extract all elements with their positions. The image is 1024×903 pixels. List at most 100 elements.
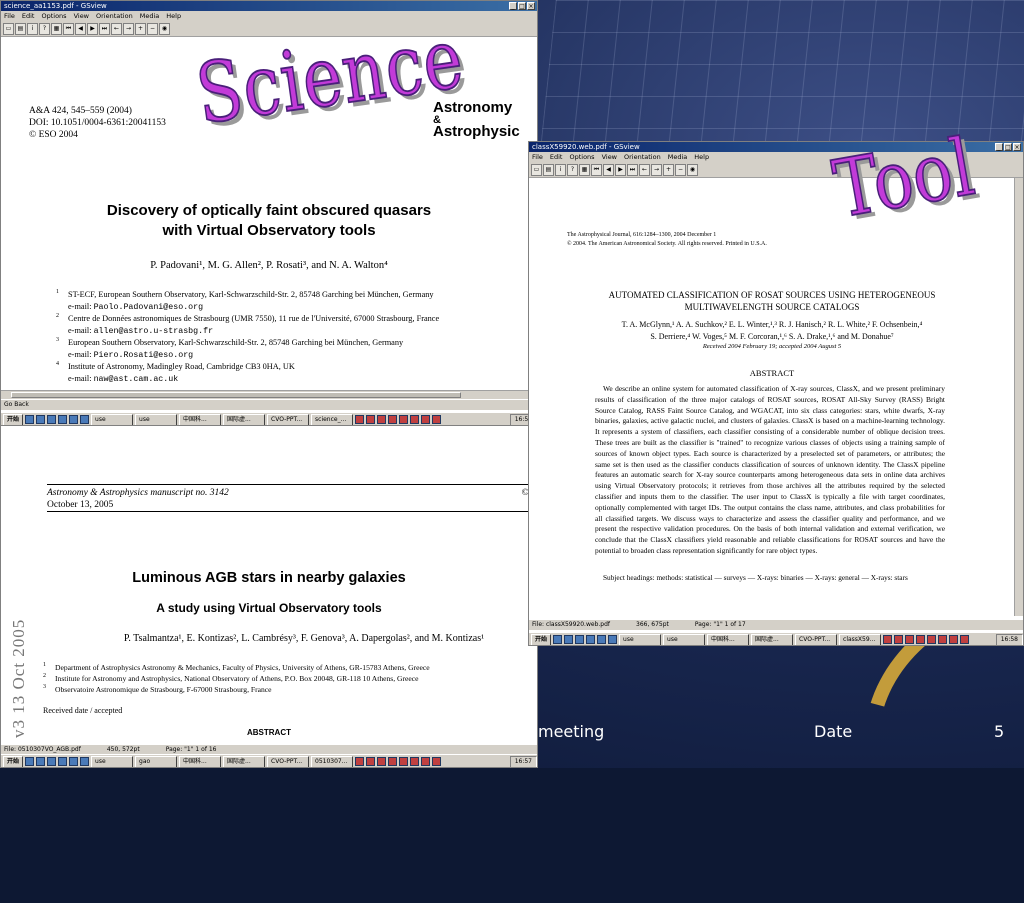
- taskbar-button[interactable]: use: [91, 755, 134, 767]
- taskbar-button[interactable]: 中国科...: [707, 633, 750, 645]
- quicklaunch-icon[interactable]: [553, 635, 563, 644]
- quicklaunch-icon[interactable]: [575, 635, 585, 644]
- prev-page-icon[interactable]: ◀: [603, 163, 614, 176]
- vertical-scrollbar[interactable]: [1014, 178, 1023, 616]
- taskbar-button[interactable]: 国际虚...: [223, 755, 266, 767]
- tray-icon[interactable]: [894, 635, 904, 644]
- taskbar-button[interactable]: 中国科...: [179, 413, 222, 425]
- quicklaunch-icon[interactable]: [58, 415, 68, 424]
- tray-icon[interactable]: [410, 415, 420, 424]
- quicklaunch-icon[interactable]: [36, 415, 46, 424]
- email-link[interactable]: Paolo.Padovani@eso.org: [94, 303, 204, 312]
- taskbar-button[interactable]: 国际虚...: [751, 633, 794, 645]
- taskbar-button[interactable]: gao: [135, 755, 178, 767]
- menu-edit[interactable]: Edit: [550, 152, 563, 162]
- menu-help[interactable]: Help: [694, 152, 709, 162]
- help-icon[interactable]: ?: [39, 22, 50, 35]
- tray-icon[interactable]: [949, 635, 959, 644]
- tray-icon[interactable]: [432, 757, 442, 766]
- back-icon[interactable]: ←: [639, 163, 650, 176]
- tray-icon[interactable]: [883, 635, 893, 644]
- taskbar-button[interactable]: use: [91, 413, 134, 425]
- start-button[interactable]: 开始: [531, 633, 552, 645]
- email-link[interactable]: naw@ast.cam.ac.uk: [94, 375, 179, 384]
- tray-icon[interactable]: [938, 635, 948, 644]
- tray-icon[interactable]: [366, 415, 376, 424]
- menu-media[interactable]: Media: [668, 152, 688, 162]
- menu-help[interactable]: Help: [166, 11, 181, 21]
- taskbar-button[interactable]: CVO-PPT...: [267, 413, 310, 425]
- quicklaunch-icon[interactable]: [25, 757, 35, 766]
- next-page-icon[interactable]: ▶: [87, 22, 98, 35]
- menu-options[interactable]: Options: [41, 11, 66, 21]
- start-button[interactable]: 开始: [3, 755, 24, 767]
- tray-icon[interactable]: [355, 757, 365, 766]
- taskbar-button[interactable]: 中国科...: [179, 755, 222, 767]
- tray-icon[interactable]: [388, 757, 398, 766]
- taskbar-button[interactable]: CVO-PPT...: [795, 633, 838, 645]
- first-page-icon[interactable]: ⏮: [591, 163, 602, 176]
- tray-icon[interactable]: [927, 635, 937, 644]
- quicklaunch-icon[interactable]: [608, 635, 618, 644]
- goto-page-icon[interactable]: ▦: [579, 163, 590, 176]
- menu-view[interactable]: View: [74, 11, 89, 21]
- tray-icon[interactable]: [960, 635, 970, 644]
- quicklaunch-icon[interactable]: [47, 757, 57, 766]
- taskbar-button[interactable]: classX59...: [839, 633, 882, 645]
- tray-icon[interactable]: [377, 415, 387, 424]
- open-icon[interactable]: ▭: [531, 163, 542, 176]
- forward-icon[interactable]: →: [651, 163, 662, 176]
- quicklaunch-icon[interactable]: [597, 635, 607, 644]
- last-page-icon[interactable]: ⏭: [627, 163, 638, 176]
- forward-icon[interactable]: →: [123, 22, 134, 35]
- taskbar-button[interactable]: use: [135, 413, 178, 425]
- zoom-in-icon[interactable]: +: [135, 22, 146, 35]
- menu-orientation[interactable]: Orientation: [96, 11, 133, 21]
- menu-orientation[interactable]: Orientation: [624, 152, 661, 162]
- menu-media[interactable]: Media: [140, 11, 160, 21]
- taskbar-button[interactable]: 0510307...: [311, 755, 354, 767]
- taskbar-button[interactable]: science_...: [311, 413, 354, 425]
- tray-icon[interactable]: [366, 757, 376, 766]
- email-link[interactable]: Piero.Rosati@eso.org: [94, 351, 194, 360]
- quicklaunch-icon[interactable]: [25, 415, 35, 424]
- tray-icon[interactable]: [421, 757, 431, 766]
- maximize-button[interactable]: □: [1004, 143, 1012, 151]
- quicklaunch-icon[interactable]: [69, 757, 79, 766]
- back-icon[interactable]: ←: [111, 22, 122, 35]
- next-page-icon[interactable]: ▶: [615, 163, 626, 176]
- tray-icon[interactable]: [388, 415, 398, 424]
- quicklaunch-icon[interactable]: [69, 415, 79, 424]
- minimize-button[interactable]: _: [995, 143, 1003, 151]
- quicklaunch-icon[interactable]: [80, 757, 90, 766]
- quicklaunch-icon[interactable]: [36, 757, 46, 766]
- zoom-in-icon[interactable]: +: [663, 163, 674, 176]
- help-icon[interactable]: ?: [567, 163, 578, 176]
- close-button[interactable]: ×: [527, 2, 535, 10]
- view-icon[interactable]: ◉: [159, 22, 170, 35]
- open-icon[interactable]: ▭: [3, 22, 14, 35]
- tray-icon[interactable]: [410, 757, 420, 766]
- minimize-button[interactable]: _: [509, 2, 517, 10]
- print-icon[interactable]: ▤: [543, 163, 554, 176]
- print-icon[interactable]: ▤: [15, 22, 26, 35]
- taskbar-button[interactable]: use: [663, 633, 706, 645]
- menu-options[interactable]: Options: [569, 152, 594, 162]
- prev-page-icon[interactable]: ◀: [75, 22, 86, 35]
- quicklaunch-icon[interactable]: [58, 757, 68, 766]
- tray-icon[interactable]: [432, 415, 442, 424]
- tray-icon[interactable]: [916, 635, 926, 644]
- quicklaunch-icon[interactable]: [564, 635, 574, 644]
- quicklaunch-icon[interactable]: [80, 415, 90, 424]
- tray-icon[interactable]: [399, 757, 409, 766]
- last-page-icon[interactable]: ⏭: [99, 22, 110, 35]
- tray-icon[interactable]: [355, 415, 365, 424]
- email-link[interactable]: allen@astro.u-strasbg.fr: [94, 327, 214, 336]
- tray-icon[interactable]: [905, 635, 915, 644]
- tray-icon[interactable]: [399, 415, 409, 424]
- close-button[interactable]: ×: [1013, 143, 1021, 151]
- info-icon[interactable]: i: [555, 163, 566, 176]
- taskbar-button[interactable]: 国际虚...: [223, 413, 266, 425]
- menu-file[interactable]: File: [532, 152, 543, 162]
- zoom-out-icon[interactable]: −: [675, 163, 686, 176]
